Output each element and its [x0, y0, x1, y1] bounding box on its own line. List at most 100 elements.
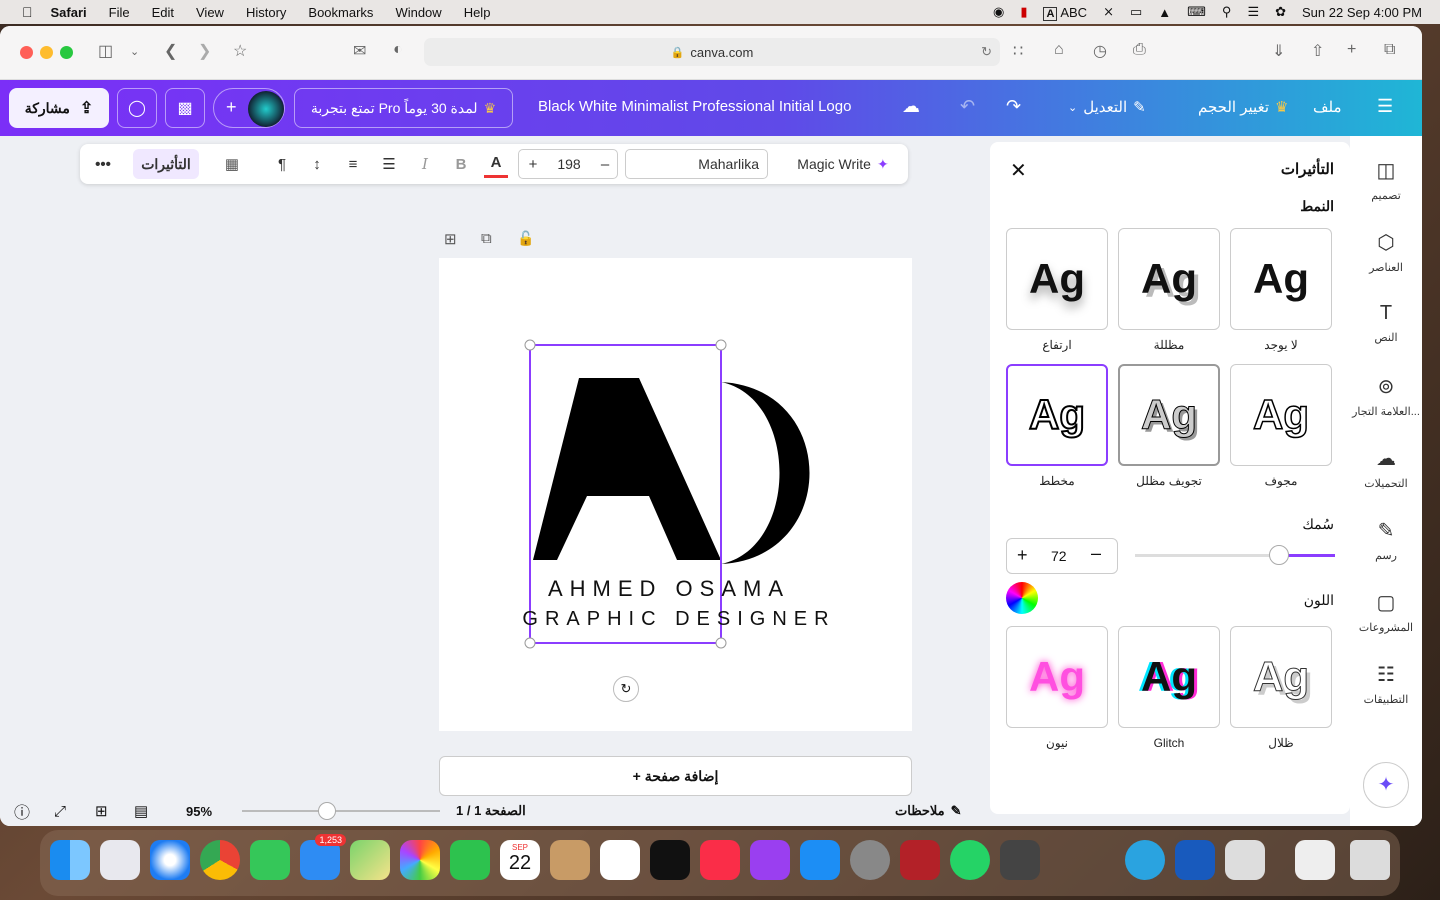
menu-edit[interactable]: Edit [152, 5, 174, 20]
back-icon[interactable]: ❮ [164, 41, 177, 61]
home-icon[interactable]: ⌂ [1054, 41, 1064, 59]
spacing-icon[interactable]: ↕ [305, 144, 329, 184]
hamburger-icon[interactable]: ☰ [1377, 96, 1393, 117]
tabs-overview-icon[interactable]: ⧉ [1384, 41, 1395, 59]
sidebar-icon[interactable]: ◫ [98, 41, 113, 61]
control-center-icon[interactable]: ☰ [1247, 4, 1259, 20]
increase-thickness-button[interactable]: + [1017, 545, 1028, 566]
grid-view-icon[interactable]: ⊞ [95, 802, 108, 820]
menu-bookmarks[interactable]: Bookmarks [308, 5, 373, 20]
effect-option[interactable]: Ag [1006, 228, 1108, 330]
chrome-icon[interactable] [200, 840, 240, 880]
close-window-button[interactable] [20, 46, 33, 59]
rail-item[interactable]: ⬡ العناصر [1350, 230, 1422, 274]
photos-icon[interactable] [400, 840, 440, 880]
magic-assistant-button[interactable]: ✦ [1363, 762, 1409, 808]
share-icon[interactable]: ⇧ [1311, 41, 1324, 61]
rail-item[interactable]: ▢ المشروعات [1350, 590, 1422, 634]
keyboard-icon[interactable]: ⌨ [1187, 4, 1206, 20]
address-bar[interactable]: 🔒 canva.com ↻ [424, 38, 1000, 66]
grid-icon[interactable]: ∷ [1013, 41, 1023, 61]
download-icon[interactable]: ⇓ [1272, 41, 1285, 61]
fullscreen-icon[interactable]: ⤢ [54, 803, 66, 820]
decrease-size-button[interactable]: – [597, 150, 613, 178]
zoom-slider-knob[interactable] [318, 802, 336, 820]
magic-write-button[interactable]: Magic Write ✦ [784, 144, 902, 184]
effect-option[interactable]: Ag [1118, 626, 1220, 728]
logo-name-line[interactable]: AHMED OSAMA [519, 576, 819, 602]
rail-item[interactable]: ⊚ العلامة التجار... [1350, 374, 1422, 418]
reminders-icon[interactable] [600, 840, 640, 880]
insights-button[interactable]: ▩ [165, 88, 205, 128]
menu-view[interactable]: View [196, 5, 224, 20]
menu-help[interactable]: Help [464, 5, 491, 20]
add-page-button[interactable]: + إضافة صفحة [439, 756, 912, 796]
resize-button[interactable]: تغيير الحجم ♛ [1198, 98, 1288, 116]
mail-app-icon[interactable]: 1,253 [300, 834, 346, 880]
effect-option[interactable]: Ag [1006, 626, 1108, 728]
pro-trial-button[interactable]: تمتع بتجربة Pro لمدة 30 يوماً ♛ [294, 88, 513, 128]
thickness-slider[interactable] [1135, 545, 1335, 565]
menu-app-name[interactable]: Safari [51, 5, 87, 20]
calculator-icon[interactable] [1000, 840, 1040, 880]
rail-item[interactable]: ☁ التحميلات [1350, 446, 1422, 490]
logo-title-line[interactable]: GRAPHIC DESIGNER [519, 608, 839, 631]
music-icon[interactable] [700, 840, 740, 880]
safari-icon[interactable] [150, 840, 190, 880]
add-collaborator-icon[interactable]: + [226, 97, 237, 118]
thickness-stepper[interactable]: + 72 – [1006, 538, 1118, 574]
mail-icon[interactable]: ✉ [353, 41, 366, 61]
preview-icon[interactable] [1225, 840, 1265, 880]
duplicate-page-icon[interactable]: ⧉ [481, 230, 492, 247]
effect-option[interactable]: Ag [1230, 626, 1332, 728]
effect-option[interactable]: Ag [1006, 364, 1108, 466]
rotate-icon[interactable]: ↻ [613, 676, 639, 702]
messages-icon[interactable] [250, 840, 290, 880]
rail-item[interactable]: ☷ التطبيقات [1350, 662, 1422, 706]
search-icon[interactable]: ⚲ [1222, 4, 1232, 20]
text-color-icon[interactable]: A [484, 150, 508, 178]
cloud-saved-icon[interactable]: ☁ [902, 96, 920, 117]
effect-option[interactable]: Ag [1230, 364, 1332, 466]
collaborator-group[interactable]: + [213, 88, 285, 128]
lock-page-icon[interactable]: 🔓 [517, 230, 534, 247]
star-icon[interactable]: ☆ [233, 41, 247, 61]
redo-icon[interactable]: ↷ [1006, 96, 1021, 117]
rail-item[interactable]: ✎ رسم [1350, 518, 1422, 562]
rail-item[interactable]: ◫ تصميم [1350, 158, 1422, 202]
contacts-icon[interactable] [550, 840, 590, 880]
menu-window[interactable]: Window [395, 5, 441, 20]
battery-app-icon[interactable]: ▮ [1020, 4, 1027, 20]
effects-button[interactable]: التأثيرات [133, 149, 199, 179]
edit-menu[interactable]: ⌄ التعديل ✎ [1068, 98, 1146, 116]
bluetooth-off-icon[interactable]: ⨯ [1103, 4, 1114, 20]
notes-button[interactable]: ملاحظات ✎ [895, 803, 962, 819]
increase-size-button[interactable]: + [525, 150, 541, 178]
battery-icon[interactable]: ▭ [1130, 4, 1142, 20]
forward-icon[interactable]: ❯ [198, 41, 211, 61]
page-indicator[interactable]: الصفحة 1 / 1 [456, 803, 526, 819]
align-center-icon[interactable]: ☰ [377, 144, 401, 184]
rail-item[interactable]: T النص [1350, 302, 1422, 344]
calendar-icon[interactable]: SEP 22 [500, 840, 540, 880]
facetime-icon[interactable] [450, 840, 490, 880]
transparency-icon[interactable]: ▦ [220, 144, 244, 184]
effect-option[interactable]: Ag [1118, 364, 1220, 466]
print-icon[interactable]: ⎙ [1133, 41, 1146, 59]
grammarly-icon[interactable]: ◉ [993, 4, 1004, 20]
menu-history[interactable]: History [246, 5, 286, 20]
launchpad-icon[interactable] [100, 840, 140, 880]
bold-icon[interactable]: B [449, 144, 473, 184]
comments-button[interactable]: ◯ [117, 88, 157, 128]
wifi-icon[interactable]: ▲ [1158, 5, 1171, 20]
minimize-window-button[interactable] [40, 46, 53, 59]
telegram-icon[interactable] [1125, 840, 1165, 880]
clock[interactable]: Sun 22 Sep 4:00 PM [1302, 5, 1422, 20]
siri-icon[interactable]: ✿ [1275, 4, 1286, 20]
history-icon[interactable]: ◷ [1093, 41, 1107, 61]
help-icon[interactable]: ⓘ [14, 799, 30, 823]
close-icon[interactable]: ✕ [1010, 158, 1027, 183]
whatsapp-icon[interactable] [950, 840, 990, 880]
decrease-thickness-button[interactable]: – [1091, 543, 1101, 564]
trash-icon[interactable] [1350, 840, 1390, 880]
